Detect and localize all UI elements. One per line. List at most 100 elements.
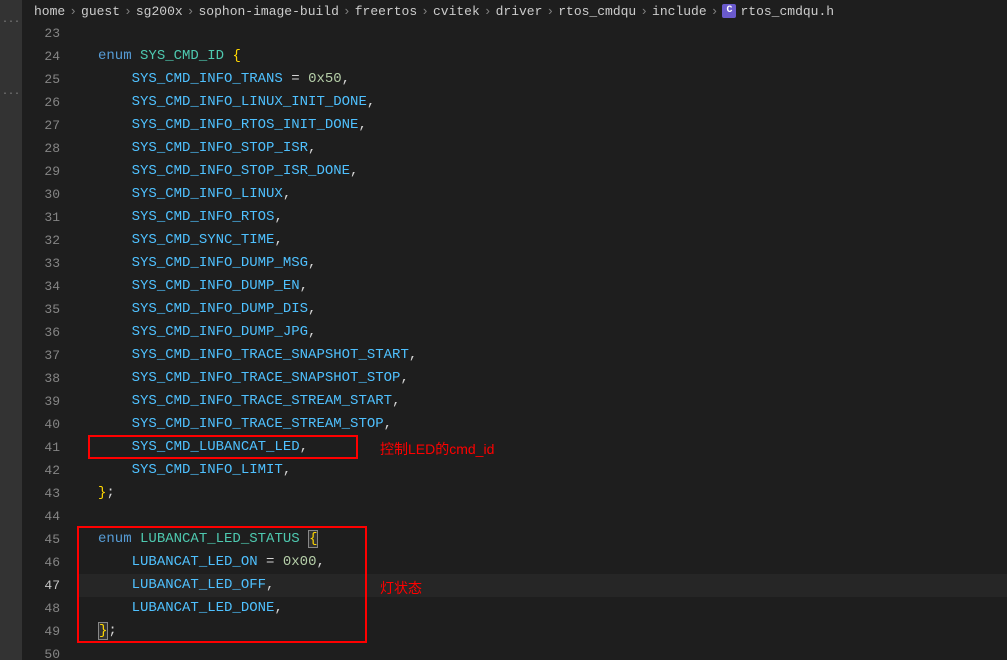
line-number: 31	[22, 206, 60, 229]
code-token: ,	[274, 232, 282, 248]
breadcrumb-item[interactable]: cvitek	[433, 4, 480, 19]
code-editor[interactable]: 2324252627282930313233343536373839404142…	[22, 22, 1007, 660]
code-token: ,	[342, 71, 350, 87]
code-line[interactable]: SYS_CMD_INFO_STOP_ISR,	[78, 137, 1007, 160]
code-line[interactable]: SYS_CMD_INFO_TRACE_SNAPSHOT_START,	[78, 344, 1007, 367]
line-number: 40	[22, 413, 60, 436]
line-gutter: 2324252627282930313233343536373839404142…	[22, 22, 78, 660]
breadcrumb-file[interactable]: rtos_cmdqu.h	[740, 4, 834, 19]
breadcrumb-item[interactable]: freertos	[355, 4, 417, 19]
breadcrumb[interactable]: home › guest › sg200x › sophon-image-build › fre…	[22, 0, 1007, 22]
code-token: ;	[108, 623, 116, 639]
code-line[interactable]: SYS_CMD_SYNC_TIME,	[78, 229, 1007, 252]
breadcrumb-item[interactable]: sg200x	[136, 4, 183, 19]
code-line[interactable]: SYS_CMD_INFO_STOP_ISR_DONE,	[78, 160, 1007, 183]
line-number: 46	[22, 551, 60, 574]
code-token: ,	[367, 94, 375, 110]
code-token: ,	[409, 347, 417, 363]
code-token: ,	[316, 554, 324, 570]
code-token: ,	[308, 255, 316, 271]
code-line[interactable]: enum SYS_CMD_ID {	[78, 45, 1007, 68]
breadcrumb-item[interactable]: guest	[81, 4, 120, 19]
code-token: ,	[392, 393, 400, 409]
code-token: enum	[98, 531, 132, 547]
code-token: LUBANCAT_LED_ON	[132, 554, 258, 570]
code-line[interactable]: enum LUBANCAT_LED_STATUS {	[78, 528, 1007, 551]
code-token: SYS_CMD_INFO_DUMP_JPG	[132, 324, 308, 340]
code-line[interactable]: SYS_CMD_INFO_LIMIT,	[78, 459, 1007, 482]
breadcrumb-item[interactable]: home	[34, 4, 65, 19]
code-line[interactable]: SYS_CMD_INFO_DUMP_JPG,	[78, 321, 1007, 344]
code-token: ,	[283, 462, 291, 478]
code-token: ,	[358, 117, 366, 133]
breadcrumb-item[interactable]: sophon-image-build	[198, 4, 338, 19]
chevron-right-icon: ›	[69, 4, 77, 19]
code-line[interactable]: SYS_CMD_INFO_TRACE_STREAM_START,	[78, 390, 1007, 413]
code-line[interactable]: SYS_CMD_INFO_DUMP_EN,	[78, 275, 1007, 298]
line-number: 41	[22, 436, 60, 459]
code-line[interactable]: SYS_CMD_INFO_LINUX,	[78, 183, 1007, 206]
line-number: 33	[22, 252, 60, 275]
code-line[interactable]: SYS_CMD_INFO_TRACE_STREAM_STOP,	[78, 413, 1007, 436]
code-token: SYS_CMD_INFO_DUMP_EN	[132, 278, 300, 294]
line-number: 34	[22, 275, 60, 298]
chevron-right-icon: ›	[546, 4, 554, 19]
code-token: SYS_CMD_INFO_STOP_ISR	[132, 140, 308, 156]
ellipsis-icon: ...	[2, 15, 20, 26]
code-token	[132, 48, 140, 64]
breadcrumb-item[interactable]: driver	[496, 4, 543, 19]
code-line[interactable]: SYS_CMD_INFO_TRANS = 0x50,	[78, 68, 1007, 91]
line-number: 43	[22, 482, 60, 505]
code-line[interactable]: LUBANCAT_LED_DONE,	[78, 597, 1007, 620]
breadcrumb-item[interactable]: rtos_cmdqu	[558, 4, 636, 19]
code-token: SYS_CMD_INFO_TRANS	[132, 71, 283, 87]
line-number: 26	[22, 91, 60, 114]
activity-item[interactable]: ...	[0, 0, 22, 40]
chevron-right-icon: ›	[711, 4, 719, 19]
line-number: 38	[22, 367, 60, 390]
code-line[interactable]: LUBANCAT_LED_OFF,	[78, 574, 1007, 597]
code-line[interactable]: SYS_CMD_INFO_DUMP_MSG,	[78, 252, 1007, 275]
line-number: 37	[22, 344, 60, 367]
line-number: 24	[22, 45, 60, 68]
line-number: 35	[22, 298, 60, 321]
code-line[interactable]	[78, 22, 1007, 45]
code-line[interactable]: SYS_CMD_INFO_TRACE_SNAPSHOT_STOP,	[78, 367, 1007, 390]
line-number: 36	[22, 321, 60, 344]
code-token	[300, 531, 308, 547]
code-line[interactable]: LUBANCAT_LED_ON = 0x00,	[78, 551, 1007, 574]
activity-item[interactable]: ...	[0, 72, 22, 112]
line-number: 48	[22, 597, 60, 620]
code-token: ,	[308, 324, 316, 340]
code-line[interactable]: SYS_CMD_INFO_RTOS_INIT_DONE,	[78, 114, 1007, 137]
breadcrumb-item[interactable]: include	[652, 4, 707, 19]
chevron-right-icon: ›	[421, 4, 429, 19]
code-line[interactable]: SYS_CMD_INFO_LINUX_INIT_DONE,	[78, 91, 1007, 114]
code-line[interactable]: };	[78, 620, 1007, 643]
line-number: 39	[22, 390, 60, 413]
code-token: SYS_CMD_INFO_TRACE_SNAPSHOT_STOP	[132, 370, 401, 386]
code-line[interactable]: SYS_CMD_INFO_DUMP_DIS,	[78, 298, 1007, 321]
code-token: SYS_CMD_INFO_LINUX_INIT_DONE	[132, 94, 367, 110]
code-line[interactable]	[78, 643, 1007, 660]
code-area[interactable]: enum SYS_CMD_ID { SYS_CMD_INFO_TRANS = 0…	[78, 22, 1007, 660]
line-number: 49	[22, 620, 60, 643]
activity-bar: ... ...	[0, 0, 22, 660]
code-token: SYS_CMD_INFO_RTOS_INIT_DONE	[132, 117, 359, 133]
code-token: SYS_CMD_ID	[140, 48, 224, 64]
code-token: ,	[400, 370, 408, 386]
code-token: SYS_CMD_INFO_LIMIT	[132, 462, 283, 478]
code-token: {	[308, 530, 318, 548]
code-line[interactable]: SYS_CMD_INFO_RTOS,	[78, 206, 1007, 229]
code-token: ,	[300, 278, 308, 294]
code-token: ,	[350, 163, 358, 179]
code-token	[132, 531, 140, 547]
code-token: SYS_CMD_INFO_STOP_ISR_DONE	[132, 163, 350, 179]
code-line[interactable]: };	[78, 482, 1007, 505]
code-token: ,	[283, 186, 291, 202]
code-token: 0x00	[283, 554, 317, 570]
line-number: 25	[22, 68, 60, 91]
line-number: 30	[22, 183, 60, 206]
code-line[interactable]: SYS_CMD_LUBANCAT_LED,	[78, 436, 1007, 459]
code-line[interactable]	[78, 505, 1007, 528]
